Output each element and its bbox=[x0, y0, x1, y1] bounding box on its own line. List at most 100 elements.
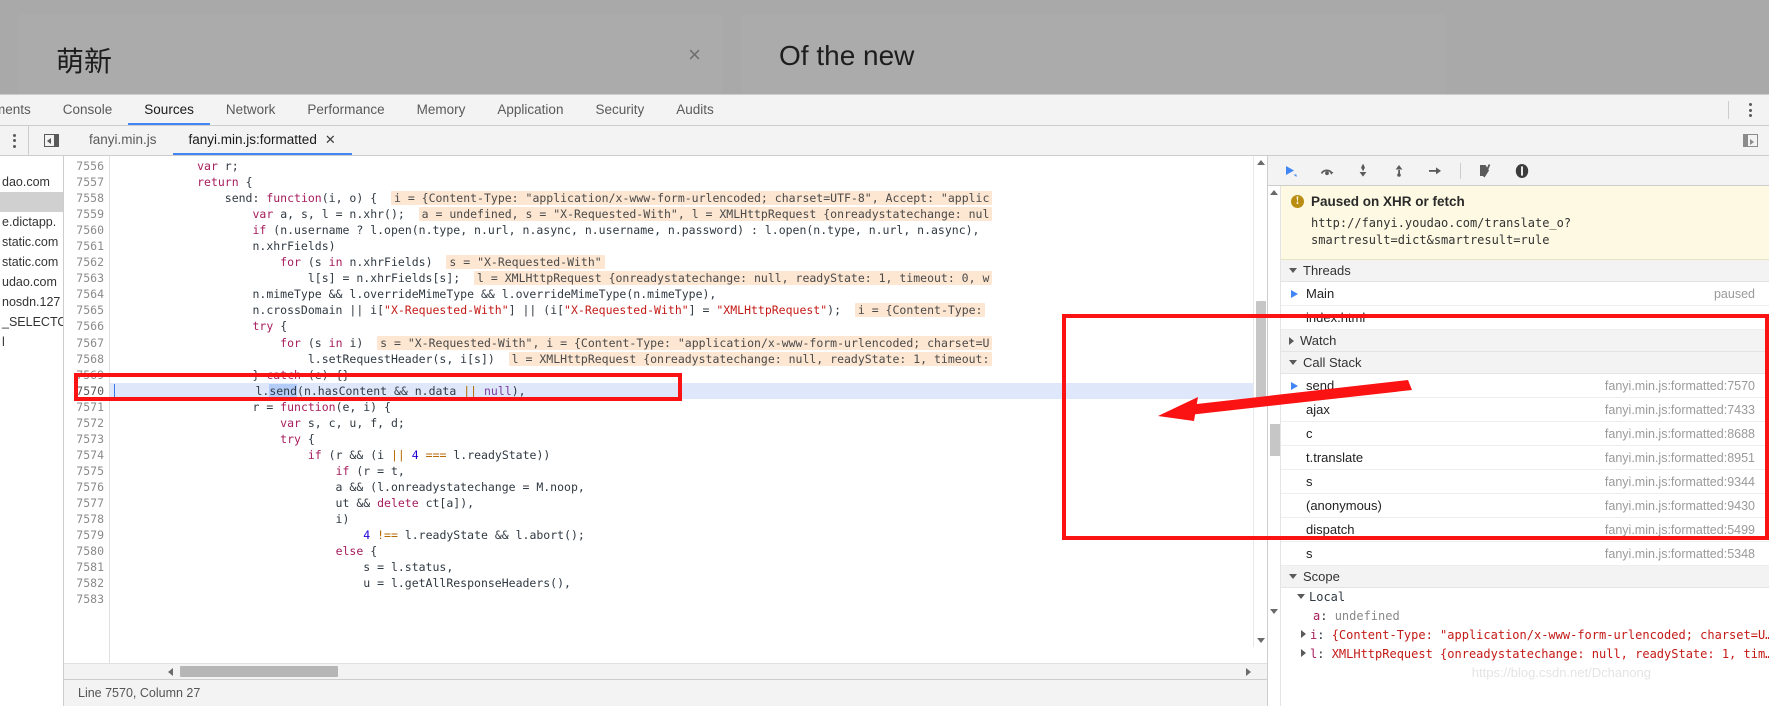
scroll-left-arrow-icon[interactable] bbox=[168, 667, 173, 676]
line-number[interactable]: 7574 bbox=[64, 447, 109, 463]
code-scroll-area[interactable]: 7556 7557 7558 7559 7560 7561 7562 7563 7564 7565… bbox=[64, 156, 1267, 663]
line-number[interactable]: 7564 bbox=[64, 286, 109, 302]
thread-row-index-html[interactable]: index.html bbox=[1281, 306, 1769, 330]
code-line[interactable]: var r; bbox=[110, 158, 1267, 174]
show-debugger-panel-icon[interactable] bbox=[1737, 131, 1763, 151]
scroll-down-arrow-icon[interactable] bbox=[1270, 609, 1278, 614]
line-number[interactable]: 7570 bbox=[64, 383, 109, 399]
code-line[interactable]: r = function(e, i) { bbox=[110, 399, 1267, 415]
debugger-scrollbar[interactable] bbox=[1268, 186, 1281, 706]
code-line[interactable]: l.setRequestHeader(s, i[s]) l = XMLHttpR… bbox=[110, 351, 1267, 367]
scope-entry-i[interactable]: i: {Content-Type: "application/x-www-for… bbox=[1281, 626, 1769, 645]
scope-entry-l[interactable]: l: XMLHttpRequest {onreadystatechange: n… bbox=[1281, 645, 1769, 664]
code-line[interactable]: try { bbox=[110, 318, 1267, 334]
file-tab-fanyi-min-js[interactable]: fanyi.min.js bbox=[73, 126, 173, 155]
code-content[interactable]: var r; return { send: function(i, o) { i… bbox=[110, 156, 1267, 663]
tab-console[interactable]: Console bbox=[47, 95, 129, 125]
call-stack-frame-row[interactable]: s fanyi.min.js:formatted:9344 bbox=[1281, 470, 1769, 494]
step-out-of-current-function-icon[interactable] bbox=[1388, 160, 1410, 182]
tab-security[interactable]: Security bbox=[579, 95, 660, 125]
threads-section-header[interactable]: Threads bbox=[1281, 260, 1769, 282]
code-line[interactable]: return { bbox=[110, 174, 1267, 190]
line-number[interactable]: 7577 bbox=[64, 495, 109, 511]
line-number[interactable]: 7566 bbox=[64, 318, 109, 334]
code-line[interactable]: i) bbox=[110, 511, 1267, 527]
call-stack-section-header[interactable]: Call Stack bbox=[1281, 352, 1769, 374]
navigator-item[interactable]: dao.com bbox=[0, 172, 63, 192]
tab-audits[interactable]: Audits bbox=[660, 95, 730, 125]
close-icon[interactable]: ✕ bbox=[325, 132, 336, 148]
resume-script-execution-icon[interactable] bbox=[1280, 160, 1302, 182]
devtools-settings-kebab-icon[interactable] bbox=[1741, 100, 1759, 120]
tab-elements[interactable]: ments bbox=[0, 95, 47, 125]
tab-sources[interactable]: Sources bbox=[128, 95, 210, 125]
close-icon[interactable]: × bbox=[688, 44, 701, 66]
code-line[interactable]: a && (l.onreadystatechange = M.noop, bbox=[110, 479, 1267, 495]
line-number[interactable]: 7572 bbox=[64, 415, 109, 431]
call-stack-frame-row[interactable]: dispatch fanyi.min.js:formatted:5499 bbox=[1281, 518, 1769, 542]
call-stack-frame-row[interactable]: ajax fanyi.min.js:formatted:7433 bbox=[1281, 398, 1769, 422]
show-navigator-panel-icon[interactable] bbox=[29, 126, 73, 155]
line-number[interactable]: 7580 bbox=[64, 543, 109, 559]
code-line[interactable]: if (r = t, bbox=[110, 463, 1267, 479]
line-number[interactable]: 7558 bbox=[64, 190, 109, 206]
scroll-right-arrow-icon[interactable] bbox=[1246, 667, 1251, 676]
watch-section-header[interactable]: Watch bbox=[1281, 330, 1769, 352]
call-stack-frame-row[interactable]: send fanyi.min.js:formatted:7570 bbox=[1281, 374, 1769, 398]
tab-application[interactable]: Application bbox=[481, 95, 579, 125]
call-stack-frame-row[interactable]: s fanyi.min.js:formatted:5348 bbox=[1281, 542, 1769, 566]
code-line-executing[interactable]: l.send(n.hasContent && n.data || null), bbox=[110, 382, 1267, 399]
chevron-right-icon[interactable] bbox=[1301, 630, 1306, 638]
call-stack-frame-row[interactable]: (anonymous) fanyi.min.js:formatted:9430 bbox=[1281, 494, 1769, 518]
tab-network[interactable]: Network bbox=[210, 95, 292, 125]
scrollbar-thumb[interactable] bbox=[1256, 301, 1266, 401]
code-line[interactable]: u = l.getAllResponseHeaders(), bbox=[110, 575, 1267, 591]
line-number[interactable]: 7559 bbox=[64, 206, 109, 222]
line-number[interactable]: 7571 bbox=[64, 399, 109, 415]
code-line[interactable]: if (n.username ? l.open(n.type, n.url, n… bbox=[110, 222, 1267, 238]
navigator-item[interactable]: udao.com bbox=[0, 272, 63, 292]
code-line[interactable]: ut && delete ct[a]), bbox=[110, 495, 1267, 511]
code-line[interactable]: l[s] = n.xhrFields[s]; l = XMLHttpReques… bbox=[110, 270, 1267, 286]
step-over-next-function-call-icon[interactable] bbox=[1316, 160, 1338, 182]
code-line[interactable]: n.xhrFields) bbox=[110, 238, 1267, 254]
scrollbar-thumb[interactable] bbox=[180, 666, 338, 677]
line-number[interactable]: 7576 bbox=[64, 479, 109, 495]
line-number[interactable]: 7568 bbox=[64, 351, 109, 367]
code-line[interactable]: send: function(i, o) { i = {Content-Type… bbox=[110, 190, 1267, 206]
navigator-item[interactable]: l bbox=[0, 332, 63, 352]
line-number[interactable]: 7579 bbox=[64, 527, 109, 543]
pause-on-exceptions-icon[interactable] bbox=[1511, 160, 1533, 182]
navigator-item[interactable]: e.dictapp. bbox=[0, 212, 63, 232]
chevron-right-icon[interactable] bbox=[1301, 649, 1306, 657]
line-number[interactable]: 7563 bbox=[64, 270, 109, 286]
tab-memory[interactable]: Memory bbox=[401, 95, 482, 125]
navigator-item[interactable]: _SELECTOR bbox=[0, 312, 63, 332]
step-into-next-function-call-icon[interactable] bbox=[1352, 160, 1374, 182]
line-number[interactable]: 7562 bbox=[64, 254, 109, 270]
deactivate-breakpoints-icon[interactable] bbox=[1475, 160, 1497, 182]
line-number[interactable]: 7573 bbox=[64, 431, 109, 447]
call-stack-frame-row[interactable]: t.translate fanyi.min.js:formatted:8951 bbox=[1281, 446, 1769, 470]
editor-vertical-scrollbar[interactable] bbox=[1253, 156, 1267, 647]
line-number[interactable]: 7557 bbox=[64, 174, 109, 190]
code-line[interactable]: var a, s, l = n.xhr(); a = undefined, s … bbox=[110, 206, 1267, 222]
line-number[interactable]: 7556 bbox=[64, 158, 109, 174]
line-number[interactable]: 7575 bbox=[64, 463, 109, 479]
code-line[interactable]: n.mimeType && l.overrideMimeType && l.ov… bbox=[110, 286, 1267, 302]
line-number[interactable]: 7569 bbox=[64, 367, 109, 383]
line-number[interactable]: 7567 bbox=[64, 335, 109, 351]
code-line[interactable]: n.crossDomain || i["X-Requested-With"] |… bbox=[110, 302, 1267, 318]
line-number[interactable]: 7578 bbox=[64, 511, 109, 527]
editor-horizontal-scrollbar[interactable] bbox=[64, 663, 1267, 679]
code-line[interactable]: if (r && (i || 4 === l.readyState)) bbox=[110, 447, 1267, 463]
code-line[interactable]: for (s in n.xhrFields) s = "X-Requested-… bbox=[110, 254, 1267, 270]
step-icon[interactable] bbox=[1424, 160, 1446, 182]
tab-performance[interactable]: Performance bbox=[291, 95, 400, 125]
line-number[interactable]: 7561 bbox=[64, 238, 109, 254]
navigator-more-options-icon[interactable] bbox=[0, 126, 28, 155]
scroll-up-arrow-icon[interactable] bbox=[1257, 160, 1265, 165]
code-line[interactable]: } catch (e) {} bbox=[110, 367, 1267, 383]
line-number[interactable]: 7582 bbox=[64, 575, 109, 591]
scope-variables-area[interactable]: Local a: undefined i: {Content-Type: "ap… bbox=[1281, 588, 1769, 706]
